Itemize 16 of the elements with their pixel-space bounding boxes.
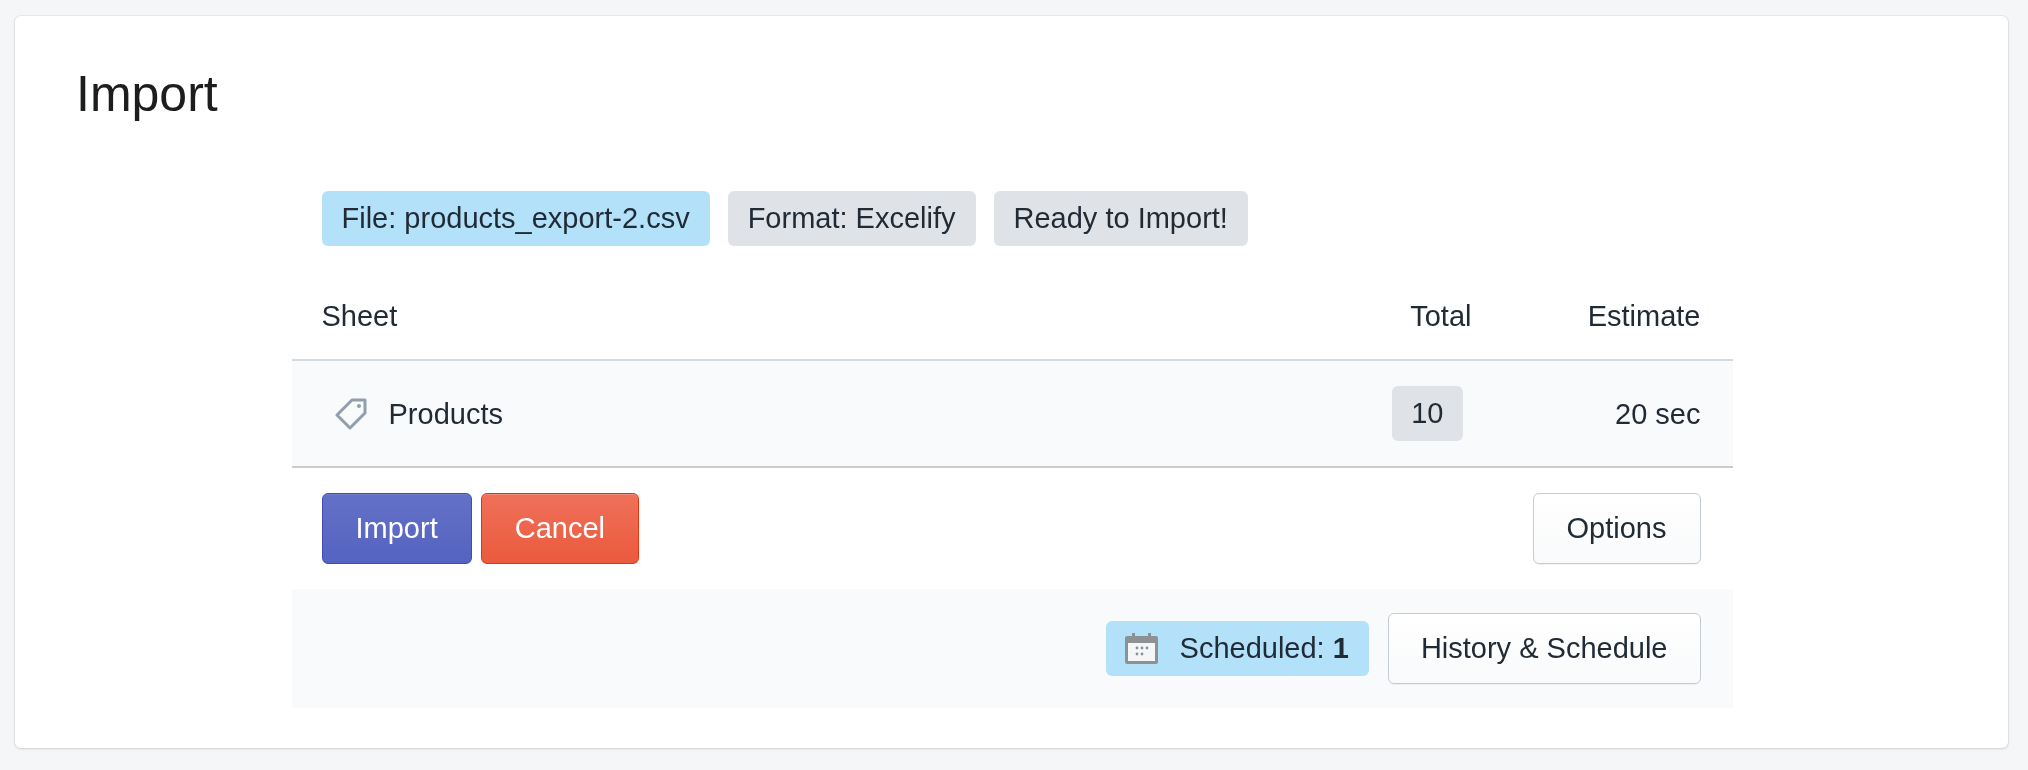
scheduled-count: Scheduled: 1: [1179, 631, 1349, 666]
sheet-name: Products: [388, 396, 503, 432]
import-button[interactable]: Import: [321, 493, 472, 564]
options-button[interactable]: Options: [1532, 493, 1701, 564]
page-title: Import: [76, 66, 218, 122]
column-header: Sheet: [320, 299, 399, 334]
column-header: Estimate: [1586, 299, 1702, 334]
calendar-icon: [1124, 633, 1158, 664]
tag-icon: [334, 397, 367, 430]
status-badge: Format: Excelify: [727, 191, 976, 246]
table-cell-text: 20 sec: [1614, 396, 1702, 432]
history-button[interactable]: History & Schedule: [1387, 613, 1701, 684]
count-badge: 10: [1392, 386, 1463, 441]
status-badge: File: products_export-2.csv: [321, 191, 710, 246]
column-header: Total: [1409, 299, 1473, 334]
status-badge: Ready to Import!: [993, 191, 1248, 246]
